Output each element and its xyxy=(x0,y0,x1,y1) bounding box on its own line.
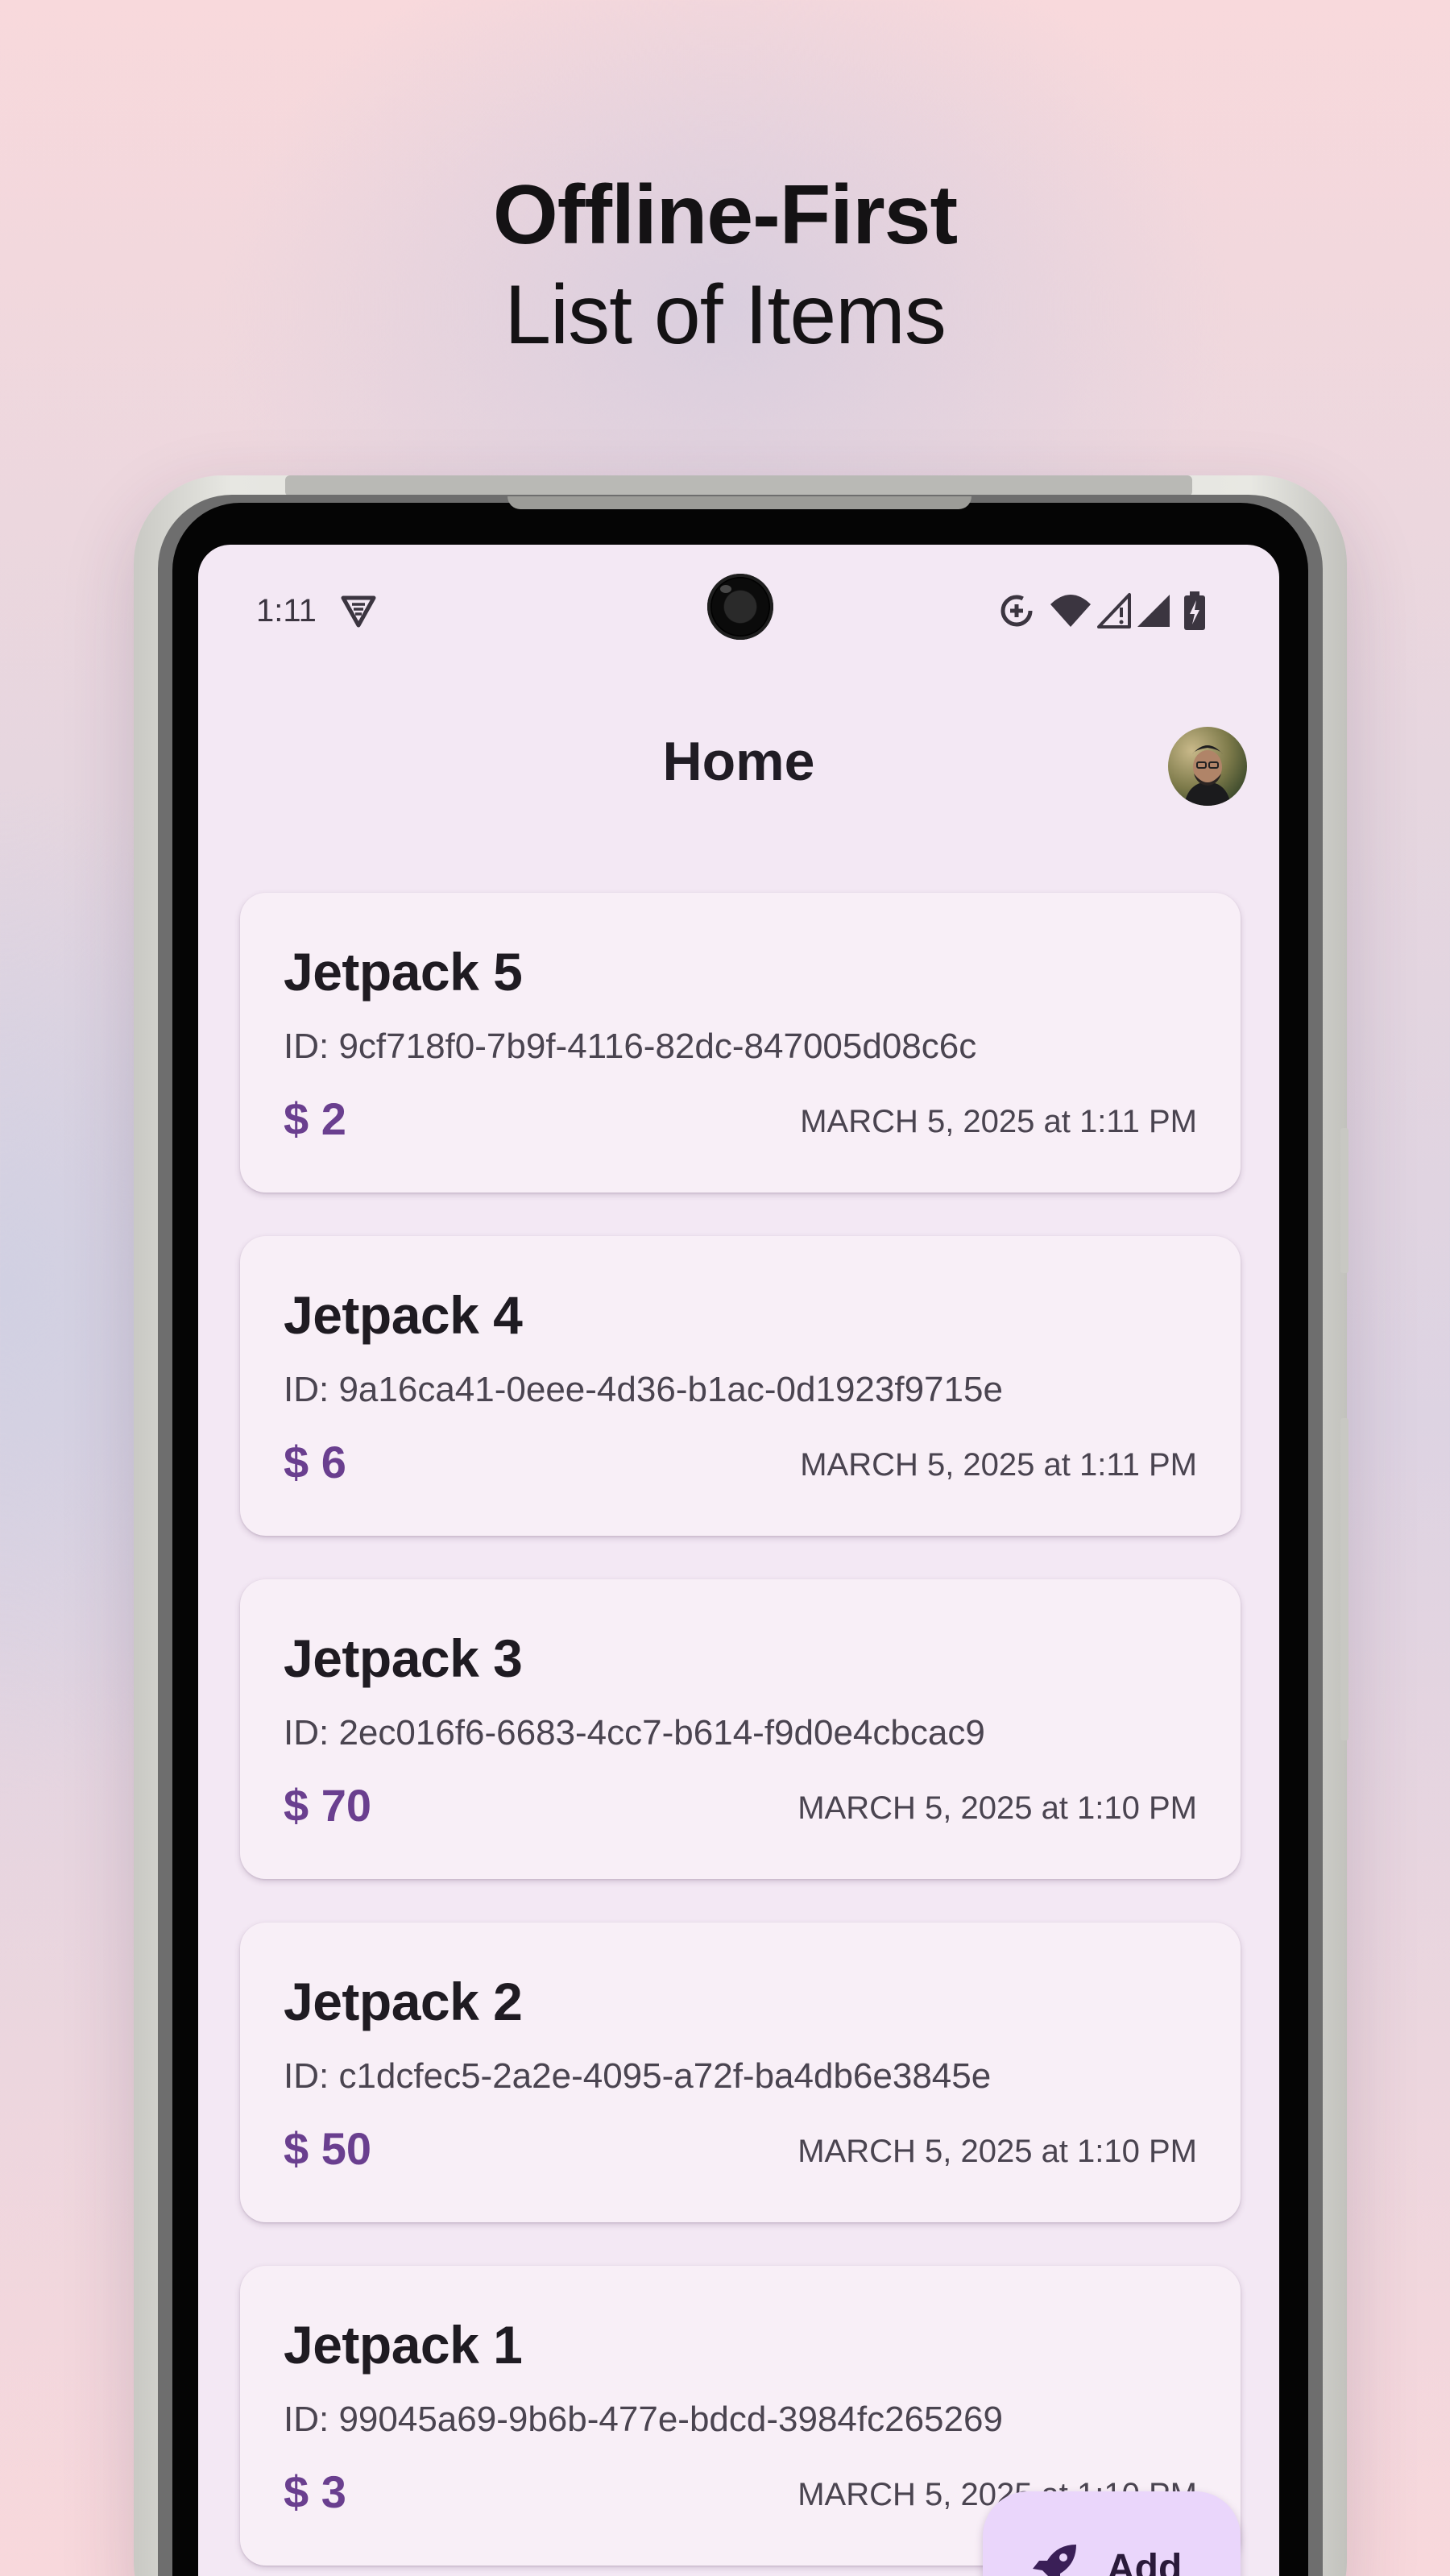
promo-subtitle: List of Items xyxy=(504,268,947,362)
item-name: Jetpack 3 xyxy=(284,1628,523,1688)
app-bar-title: Home xyxy=(662,731,815,792)
item-id: ID: 9a16ca41-0eee-4d36-b1ac-0d1923f9715e xyxy=(284,1370,1003,1409)
vpn-icon xyxy=(341,595,376,628)
item-price: $ 50 xyxy=(284,2123,371,2174)
item-price: $ 2 xyxy=(284,1093,346,1144)
item-name: Jetpack 4 xyxy=(284,1285,523,1345)
item-id: ID: 9cf718f0-7b9f-4116-82dc-847005d08c6c xyxy=(284,1027,977,1066)
battery-charging-icon xyxy=(1184,591,1205,630)
item-card[interactable]: Jetpack 2 ID: c1dcfec5-2a2e-4095-a72f-ba… xyxy=(240,1923,1241,2222)
item-price: $ 3 xyxy=(284,2466,346,2517)
rocket-icon xyxy=(1033,2545,1076,2576)
item-date: MARCH 5, 2025 at 1:11 PM xyxy=(800,1104,1197,1139)
wifi-icon xyxy=(1050,595,1091,627)
avatar-image xyxy=(1168,727,1247,806)
item-card[interactable]: Jetpack 5 ID: 9cf718f0-7b9f-4116-82dc-84… xyxy=(240,893,1241,1193)
item-name: Jetpack 5 xyxy=(284,942,523,1002)
phone-top-edge xyxy=(285,475,1192,496)
phone-side-button xyxy=(1340,1128,1348,1273)
item-name: Jetpack 2 xyxy=(284,1972,523,2031)
fab-label: Add xyxy=(1107,2547,1183,2576)
item-id: ID: c1dcfec5-2a2e-4095-a72f-ba4db6e3845e xyxy=(284,2056,992,2096)
item-list[interactable]: Jetpack 5 ID: 9cf718f0-7b9f-4116-82dc-84… xyxy=(240,893,1241,2576)
signal-icon xyxy=(1097,593,1131,628)
status-time: 1:11 xyxy=(256,593,317,628)
item-date: MARCH 5, 2025 at 1:10 PM xyxy=(798,2134,1197,2169)
item-id: ID: 2ec016f6-6683-4cc7-b614-f9d0e4cbcac9 xyxy=(284,1713,985,1753)
profile-avatar[interactable] xyxy=(1168,727,1247,806)
phone-speaker xyxy=(508,496,972,509)
item-id: ID: 99045a69-9b6b-477e-bdcd-3984fc265269 xyxy=(284,2400,1003,2439)
add-item-fab[interactable]: Add xyxy=(983,2491,1241,2576)
phone-screen: 1:11 Home Jetpack 5 ID: 9cf718f0-7b9f-41… xyxy=(198,545,1279,2576)
item-name: Jetpack 1 xyxy=(284,2315,523,2375)
item-card[interactable]: Jetpack 4 ID: 9a16ca41-0eee-4d36-b1ac-0d… xyxy=(240,1236,1241,1536)
signal-icon xyxy=(1137,595,1170,627)
item-card[interactable]: Jetpack 3 ID: 2ec016f6-6683-4cc7-b614-f9… xyxy=(240,1579,1241,1879)
item-price: $ 6 xyxy=(284,1437,346,1487)
item-price: $ 70 xyxy=(284,1780,371,1831)
data-saver-icon xyxy=(1000,595,1033,627)
phone-side-button xyxy=(1340,1418,1348,1740)
item-date: MARCH 5, 2025 at 1:11 PM xyxy=(800,1447,1197,1483)
promo-headline: Offline-First List of Items xyxy=(0,165,1450,365)
front-camera xyxy=(707,574,773,640)
item-date: MARCH 5, 2025 at 1:10 PM xyxy=(798,1790,1197,1826)
promo-title: Offline-First xyxy=(492,168,958,262)
